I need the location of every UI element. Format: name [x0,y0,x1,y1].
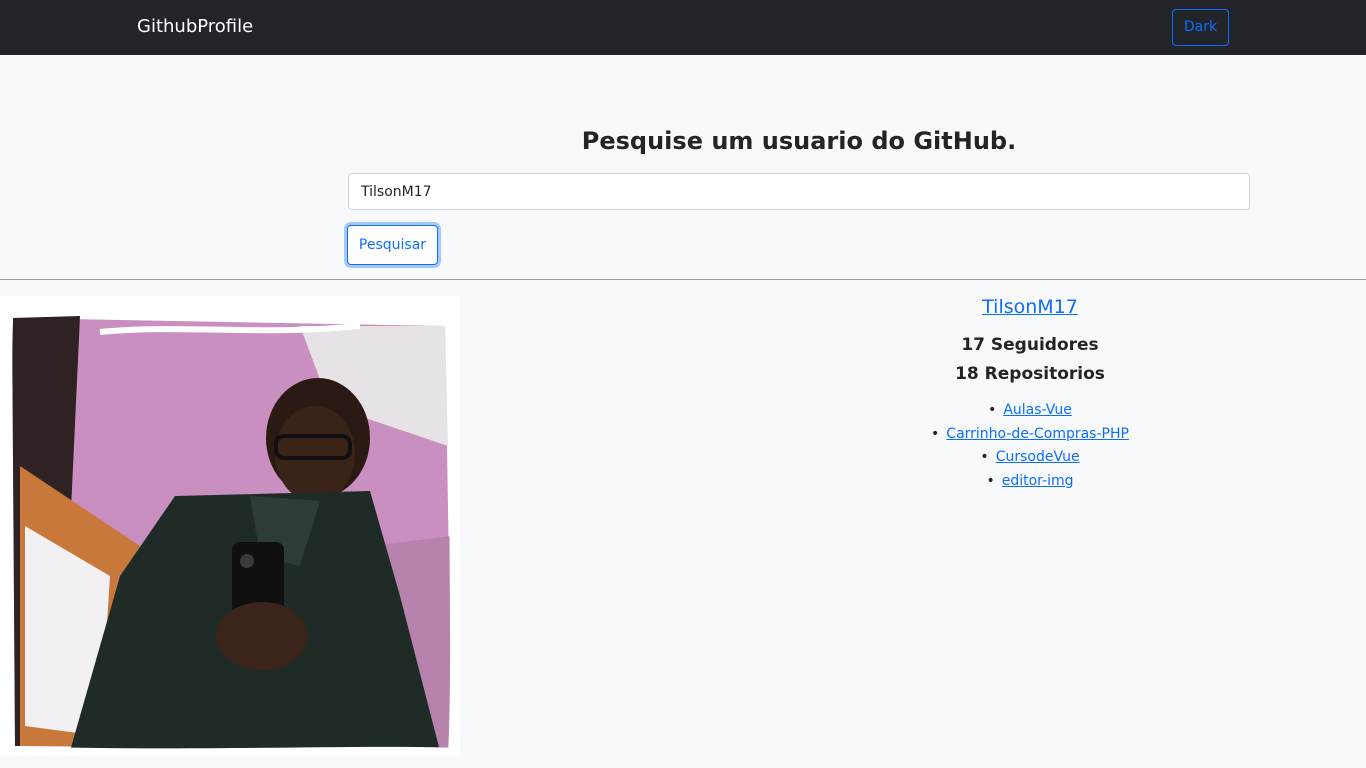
list-item: • Aulas-Vue [880,399,1180,423]
search-button[interactable]: Pesquisar [347,225,438,265]
bullet-icon: • [988,402,997,418]
repo-link[interactable]: Carrinho-de-Compras-PHP [946,426,1129,442]
repo-list: • Aulas-Vue • Carrinho-de-Compras-PHP • Cur… [880,399,1180,493]
profile-panel: TilsonM17 17 Seguidores 18 Repositorios … [880,294,1180,493]
dark-mode-button[interactable]: Dark [1172,9,1229,46]
list-item: • editor-img [880,470,1180,494]
username-search-input[interactable] [348,173,1250,210]
search-heading: Pesquise um usuario do GitHub. [581,127,1017,155]
avatar [0,296,460,756]
bullet-icon: • [931,425,940,442]
list-item: • Carrinho-de-Compras-PHP [880,423,1180,447]
bullet-icon: • [980,449,989,465]
brand-title[interactable]: GithubProfile [137,15,253,39]
profile-stats: 17 Seguidores 18 Repositorios [880,331,1180,389]
profile-username-link[interactable]: TilsonM17 [982,294,1078,320]
repo-link[interactable]: CursodeVue [996,449,1080,465]
repo-link[interactable]: editor-img [1002,473,1074,489]
list-item: • CursodeVue [880,446,1180,470]
bullet-icon: • [986,472,995,489]
avatar-photo-icon [0,296,460,756]
repositories-count: 18 Repositorios [955,364,1105,384]
repo-link[interactable]: Aulas-Vue [1003,402,1072,418]
navbar: GithubProfile Dark [0,0,1366,55]
divider [0,279,1366,280]
followers-count: 17 Seguidores [961,335,1099,355]
